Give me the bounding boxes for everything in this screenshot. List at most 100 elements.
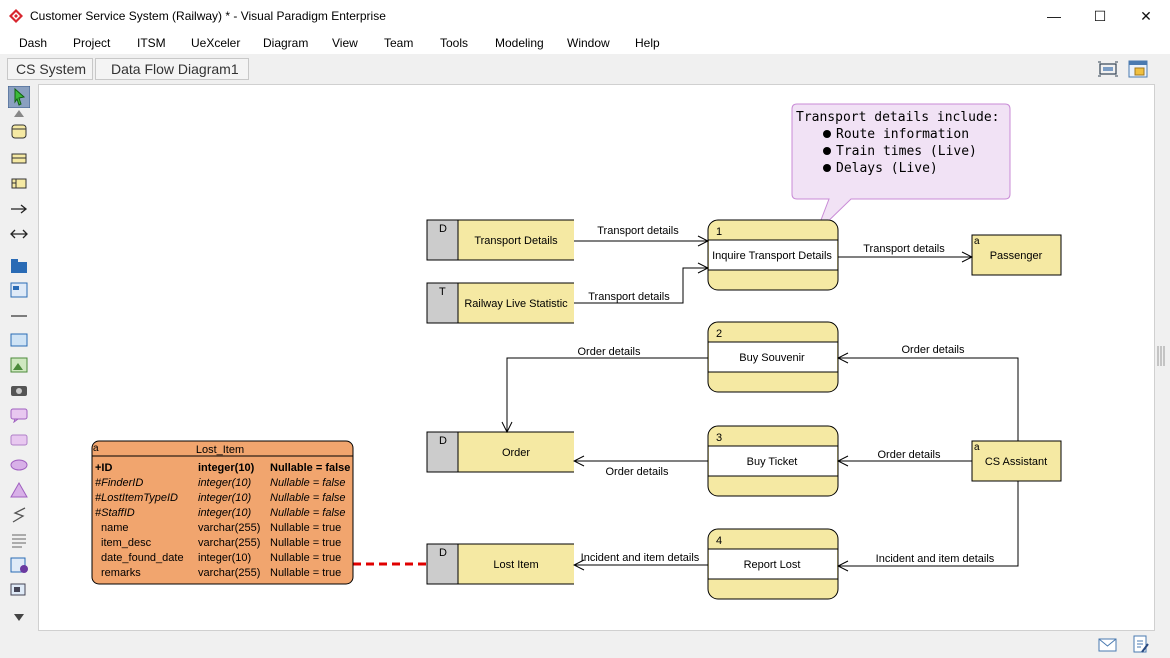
minimize-button[interactable]: — — [1031, 0, 1077, 32]
erd-column-row: #StaffID integer(10) Nullable = false — [95, 507, 346, 519]
flow-label: Incident and item details — [581, 552, 700, 564]
diagram-toolbar — [6, 84, 34, 632]
menu-help[interactable]: Help — [635, 36, 660, 50]
maximize-button[interactable]: ☐ — [1077, 0, 1123, 32]
flow-assistant-to-report[interactable]: Incident and item details — [838, 481, 1019, 566]
note-bullet-train-times: Train times (Live) — [836, 144, 977, 159]
erd-column-row: date_found_date integer(10) Nullable = tru… — [101, 552, 341, 564]
erd-column-name: +ID — [95, 462, 112, 474]
rounded-shape-tool-icon[interactable] — [9, 432, 29, 448]
menu-window[interactable]: Window — [567, 36, 610, 50]
process-buy-ticket[interactable]: 3 Buy Ticket — [707, 425, 839, 497]
diagram-canvas[interactable]: Transport details include: Route informa… — [38, 84, 1155, 631]
erd-column-type: varchar(255) — [198, 567, 260, 579]
erd-column-name: #StaffID — [95, 507, 135, 519]
erd-column-name: #FinderID — [95, 477, 143, 489]
flow-souvenir-to-order[interactable]: Order details — [507, 346, 708, 432]
process-id: 4 — [716, 535, 722, 547]
menu-diagram[interactable]: Diagram — [263, 36, 308, 50]
erd-column-nullable: Nullable = false — [270, 477, 346, 489]
mail-icon[interactable] — [1098, 638, 1118, 652]
menu-modeling[interactable]: Modeling — [495, 36, 544, 50]
erd-column-nullable: Nullable = true — [270, 552, 341, 564]
overview-tool-icon[interactable] — [9, 582, 29, 598]
flow-ticket-to-order[interactable]: Order details — [574, 461, 708, 478]
flow-inquire-to-passenger[interactable]: Transport details — [838, 243, 972, 257]
scrollbar-grip[interactable] — [1156, 344, 1166, 368]
entity-marker: a — [974, 442, 980, 453]
fit-diagram-icon[interactable] — [1097, 60, 1119, 78]
menu-uexceler[interactable]: UeXceler — [191, 36, 240, 50]
process-name: Report Lost — [744, 559, 801, 571]
diagram-navigator-icon[interactable] — [1127, 59, 1149, 79]
data-store-order[interactable]: D Order — [426, 431, 574, 473]
note-bullet — [823, 130, 831, 138]
requirement-tool-icon[interactable] — [9, 282, 29, 298]
menu-dash[interactable]: Dash — [19, 36, 47, 50]
triangle-tool-icon[interactable] — [9, 482, 29, 498]
freehand-tool-icon[interactable] — [9, 507, 29, 523]
rectangle-tool-icon[interactable] — [9, 332, 29, 348]
erd-column-nullable: Nullable = false — [270, 507, 346, 519]
breadcrumb: CS System Data Flow Diagram1 — [0, 54, 1170, 84]
transport-note[interactable]: Transport details include: Route informa… — [791, 103, 1011, 234]
flow-transport-to-inquire[interactable]: Transport details — [574, 225, 708, 241]
breadcrumb-item-data-flow-diagram[interactable]: Data Flow Diagram1 — [95, 58, 249, 80]
erd-column-name: remarks — [101, 567, 141, 579]
package-tool-icon[interactable] — [9, 258, 29, 274]
data-flow-tool-icon[interactable] — [9, 201, 29, 217]
flow-railway-to-inquire[interactable]: Transport details — [574, 268, 708, 304]
bidirectional-flow-tool-icon[interactable] — [9, 226, 29, 242]
entity-passenger[interactable]: a Passenger — [971, 234, 1062, 276]
camera-tool-icon[interactable] — [9, 382, 29, 398]
store-id: T — [439, 286, 446, 298]
close-button[interactable]: ✕ — [1123, 0, 1169, 32]
process-inquire-transport-details[interactable]: 1 Inquire Transport Details — [707, 219, 839, 291]
process-name: Buy Souvenir — [739, 352, 805, 364]
scroll-up-icon[interactable] — [9, 109, 29, 119]
image-tool-icon[interactable] — [9, 357, 29, 373]
erd-column-name: name — [101, 522, 129, 534]
menu-team[interactable]: Team — [384, 36, 413, 50]
erd-entity-lost-item[interactable]: a Lost_Item +ID integer(10) Nullable = fal… — [91, 440, 354, 585]
close-icon: ✕ — [1140, 8, 1152, 24]
model-info-tool-icon[interactable] — [9, 557, 29, 573]
data-store-transport-details[interactable]: D Transport Details — [426, 219, 574, 261]
process-tool-icon[interactable] — [9, 124, 29, 140]
process-id: 3 — [716, 432, 722, 444]
text-tool-icon[interactable] — [9, 532, 29, 548]
selector-tool-icon[interactable] — [8, 86, 30, 108]
flow-label: Order details — [606, 466, 669, 478]
title-bar: Customer Service System (Railway) * - Vi… — [0, 0, 1170, 32]
process-buy-souvenir[interactable]: 2 Buy Souvenir — [707, 321, 839, 393]
flow-label: Transport details — [588, 291, 670, 303]
breadcrumb-item-cs-system[interactable]: CS System — [7, 58, 93, 80]
flow-assistant-to-ticket[interactable]: Order details — [838, 449, 972, 461]
menu-bar: Dash Project ITSM UeXceler Diagram View … — [0, 32, 1170, 54]
data-store-lost-item[interactable]: D Lost Item — [426, 543, 574, 585]
data-store-railway-live-statistic[interactable]: T Railway Live Statistic — [426, 282, 574, 324]
store-id: D — [439, 435, 447, 447]
ellipse-tool-icon[interactable] — [9, 457, 29, 473]
maximize-icon: ☐ — [1093, 8, 1107, 24]
erd-column-type: varchar(255) — [198, 522, 260, 534]
data-store-tool-icon[interactable] — [9, 151, 29, 167]
menu-tools[interactable]: Tools — [440, 36, 468, 50]
flow-report-to-lost-item[interactable]: Incident and item details — [574, 552, 708, 565]
process-report-lost[interactable]: 4 Report Lost — [707, 528, 839, 600]
menu-itsm[interactable]: ITSM — [137, 36, 166, 50]
note-tool-icon[interactable] — [9, 407, 29, 423]
flow-label: Order details — [578, 346, 641, 358]
flow-assistant-to-souvenir[interactable]: Order details — [838, 344, 1019, 441]
external-entity-tool-icon[interactable] — [9, 176, 29, 192]
erd-column-type: integer(10) — [198, 462, 255, 474]
document-edit-icon[interactable] — [1132, 635, 1150, 655]
scroll-down-icon[interactable] — [9, 612, 29, 622]
entity-cs-assistant[interactable]: a CS Assistant — [971, 440, 1062, 482]
line-tool-icon[interactable] — [9, 308, 29, 324]
menu-project[interactable]: Project — [73, 36, 110, 50]
process-name: Inquire Transport Details — [712, 250, 832, 262]
erd-column-row: remarks varchar(255) Nullable = true — [101, 567, 341, 579]
menu-view[interactable]: View — [332, 36, 358, 50]
data-flow-diagram: Transport details include: Route informa… — [91, 103, 1062, 600]
